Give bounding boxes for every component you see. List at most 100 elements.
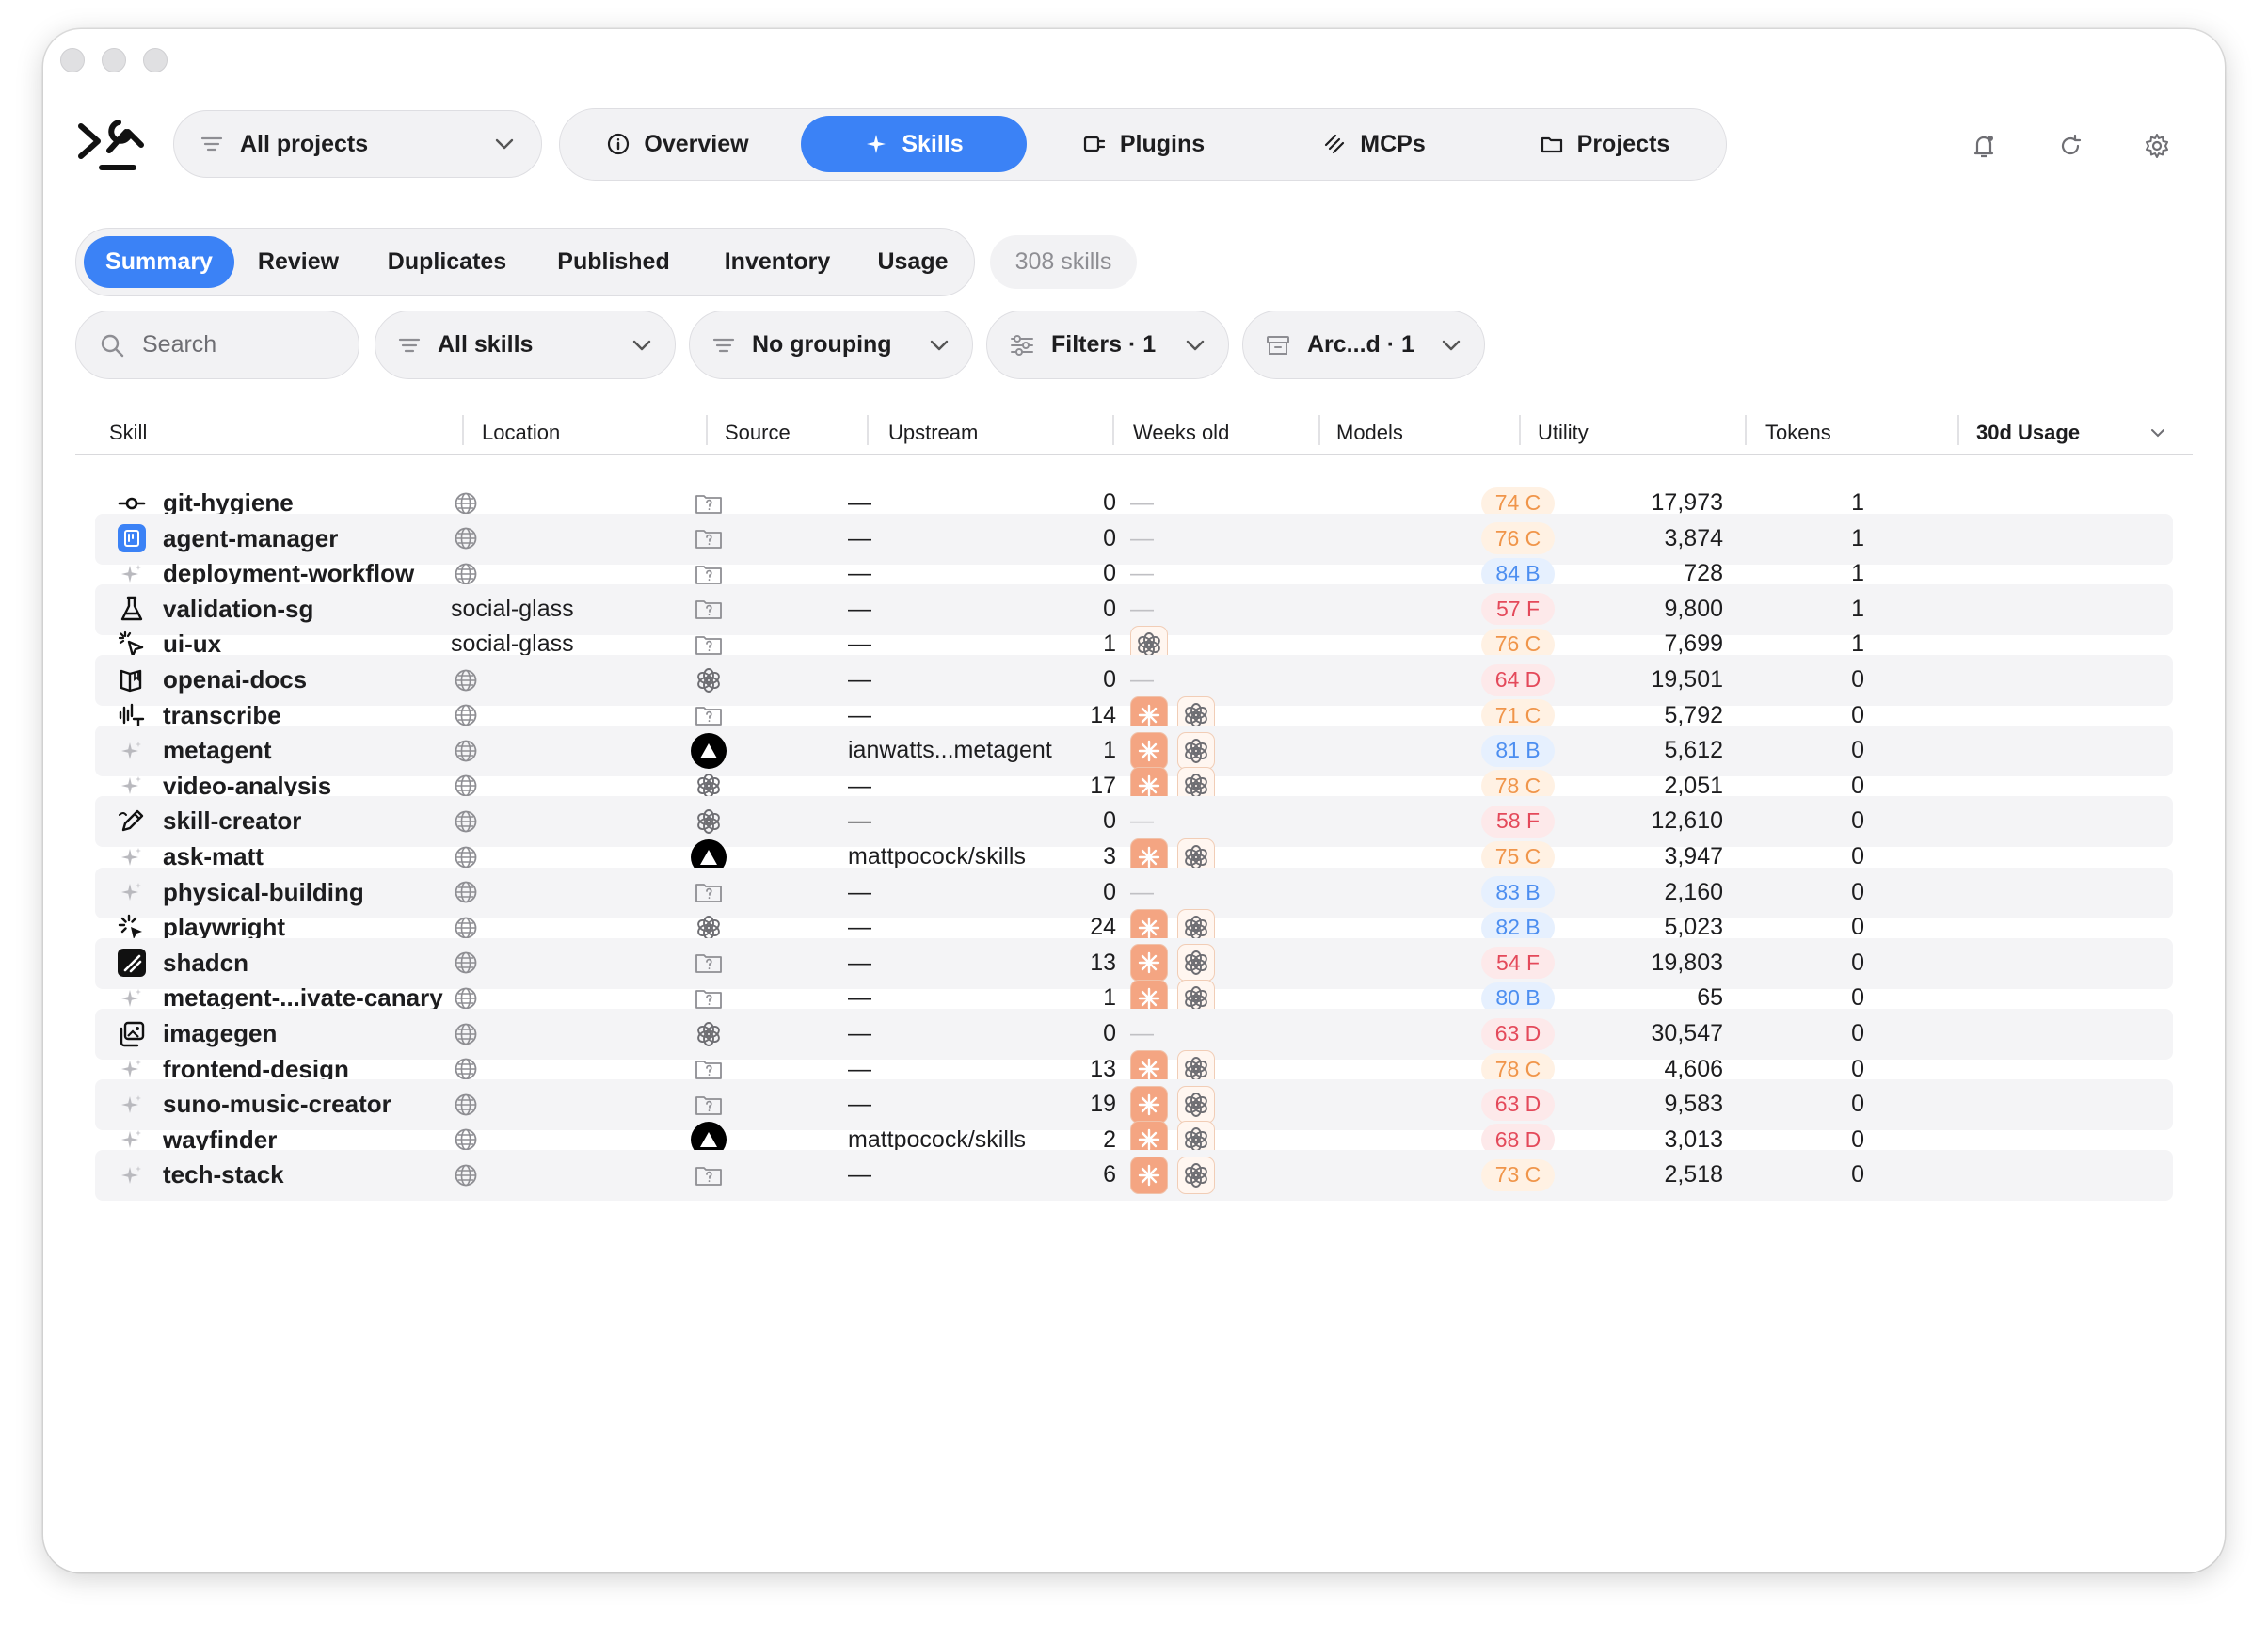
app-logo-icon — [78, 120, 144, 170]
globe-icon — [455, 951, 477, 974]
main-nav: Overview Skills Plugins MCPs Projects — [559, 108, 1727, 181]
skill-tokens: 2,518 — [1664, 1161, 1723, 1189]
subtab-usage[interactable]: Usage — [861, 236, 965, 288]
globe-icon — [455, 917, 477, 939]
column-header-upstream[interactable]: Upstream — [888, 421, 978, 445]
bell-icon[interactable] — [1969, 131, 1999, 161]
skill-count-badge: 308 skills — [990, 235, 1137, 289]
subtab-summary[interactable]: Summary — [84, 236, 234, 288]
claude-model-icon — [1130, 1156, 1168, 1194]
sliders-icon — [1011, 334, 1033, 356]
minimize-window-button[interactable] — [102, 48, 126, 72]
sort-descending-icon[interactable] — [2149, 427, 2166, 439]
tab-overview[interactable]: Overview — [567, 116, 788, 172]
globe-icon — [455, 774, 477, 797]
tab-plugins[interactable]: Plugins — [1030, 116, 1256, 172]
grouping-select-label: No grouping — [752, 331, 892, 358]
column-divider[interactable] — [1519, 415, 1521, 445]
column-header-location[interactable]: Location — [482, 421, 560, 445]
unknown-folder-icon — [695, 600, 722, 620]
mcp-icon — [1325, 134, 1345, 154]
openai-icon — [1185, 985, 1207, 1011]
tab-skills[interactable]: Skills — [801, 116, 1027, 172]
column-divider[interactable] — [462, 415, 464, 445]
column-header-30d-usage[interactable]: 30d Usage — [1976, 421, 2080, 445]
column-divider[interactable] — [867, 415, 869, 445]
unknown-folder-icon — [695, 494, 722, 514]
skill-upstream: — — [848, 1161, 871, 1189]
column-header-models[interactable]: Models — [1336, 421, 1403, 445]
project-selector[interactable]: All projects — [173, 110, 542, 178]
refresh-icon[interactable] — [2055, 131, 2085, 161]
search-icon — [101, 334, 124, 357]
unknown-folder-icon — [695, 530, 722, 549]
column-header-weeks-old[interactable]: Weeks old — [1133, 421, 1229, 445]
globe-icon — [455, 740, 477, 762]
scope-select-label: All skills — [438, 331, 534, 358]
skill-30d-usage: 0 — [1851, 1161, 1864, 1189]
tab-mcps[interactable]: MCPs — [1261, 116, 1487, 172]
tab-overview-label: Overview — [644, 130, 749, 157]
openai-icon — [697, 774, 720, 799]
skill-name[interactable]: tech-stack — [163, 1150, 284, 1200]
archive-filter-button[interactable]: Arc...d · 1 — [1242, 311, 1485, 379]
gear-icon[interactable] — [2142, 131, 2172, 161]
zoom-window-button[interactable] — [143, 48, 168, 72]
openai-icon — [1185, 915, 1207, 940]
chevron-down-icon — [1186, 340, 1205, 350]
subtab-review[interactable]: Review — [242, 236, 355, 288]
openai-icon — [697, 1021, 720, 1046]
unknown-folder-icon — [695, 707, 722, 726]
skill-models — [1130, 1150, 1224, 1200]
column-divider[interactable] — [1745, 415, 1747, 445]
unknown-folder-icon — [695, 635, 722, 655]
tab-mcps-label: MCPs — [1360, 130, 1426, 157]
column-divider[interactable] — [706, 415, 708, 445]
column-header-utility[interactable]: Utility — [1538, 421, 1589, 445]
openai-icon — [1185, 950, 1207, 976]
unknown-folder-icon — [695, 884, 722, 902]
skill-source — [688, 1150, 729, 1200]
chevron-down-icon — [1442, 340, 1461, 350]
scope-select[interactable]: All skills — [375, 311, 676, 379]
column-header-skill[interactable]: Skill — [109, 421, 147, 445]
chevron-down-icon — [930, 340, 949, 350]
column-divider[interactable] — [1318, 415, 1320, 445]
openai-icon — [697, 915, 720, 940]
folder-icon — [1541, 136, 1562, 153]
utility-badge: 73 C — [1481, 1158, 1555, 1191]
search-input[interactable]: Search — [75, 311, 359, 379]
table-row[interactable]: tech-stack — 6 73 C 2,518 0 — [95, 1150, 2173, 1202]
unknown-folder-icon — [695, 1061, 722, 1079]
openai-icon — [1138, 631, 1160, 657]
globe-icon — [455, 1093, 477, 1116]
globe-icon — [455, 563, 477, 585]
sparkle-icon — [867, 135, 886, 153]
globe-icon — [455, 810, 477, 833]
filters-button[interactable]: Filters · 1 — [986, 311, 1229, 379]
globe-icon — [455, 1164, 477, 1187]
grouping-select[interactable]: No grouping — [689, 311, 973, 379]
filters-button-label: Filters · 1 — [1051, 331, 1157, 358]
archive-icon — [1267, 335, 1289, 355]
column-divider[interactable] — [1957, 415, 1959, 445]
openai-icon — [1185, 844, 1207, 870]
openai-icon — [1185, 1127, 1207, 1153]
subtab-published[interactable]: Published — [535, 236, 692, 288]
openai-icon — [1185, 738, 1207, 763]
openai-model-icon — [1177, 1156, 1215, 1194]
filter-lines-icon — [200, 136, 223, 152]
subtab-duplicates[interactable]: Duplicates — [362, 236, 532, 288]
subtab-inventory[interactable]: Inventory — [697, 236, 857, 288]
column-header-tokens[interactable]: Tokens — [1765, 421, 1831, 445]
tab-projects[interactable]: Projects — [1492, 116, 1717, 172]
globe-icon — [455, 1058, 477, 1080]
sparkle-icon — [116, 1159, 148, 1191]
column-header-source[interactable]: Source — [725, 421, 791, 445]
project-selector-label: All projects — [240, 130, 369, 157]
window-controls — [60, 48, 168, 72]
info-circle-icon — [608, 133, 630, 155]
close-window-button[interactable] — [60, 48, 85, 72]
column-divider[interactable] — [1112, 415, 1114, 445]
globe-icon — [455, 987, 477, 1010]
